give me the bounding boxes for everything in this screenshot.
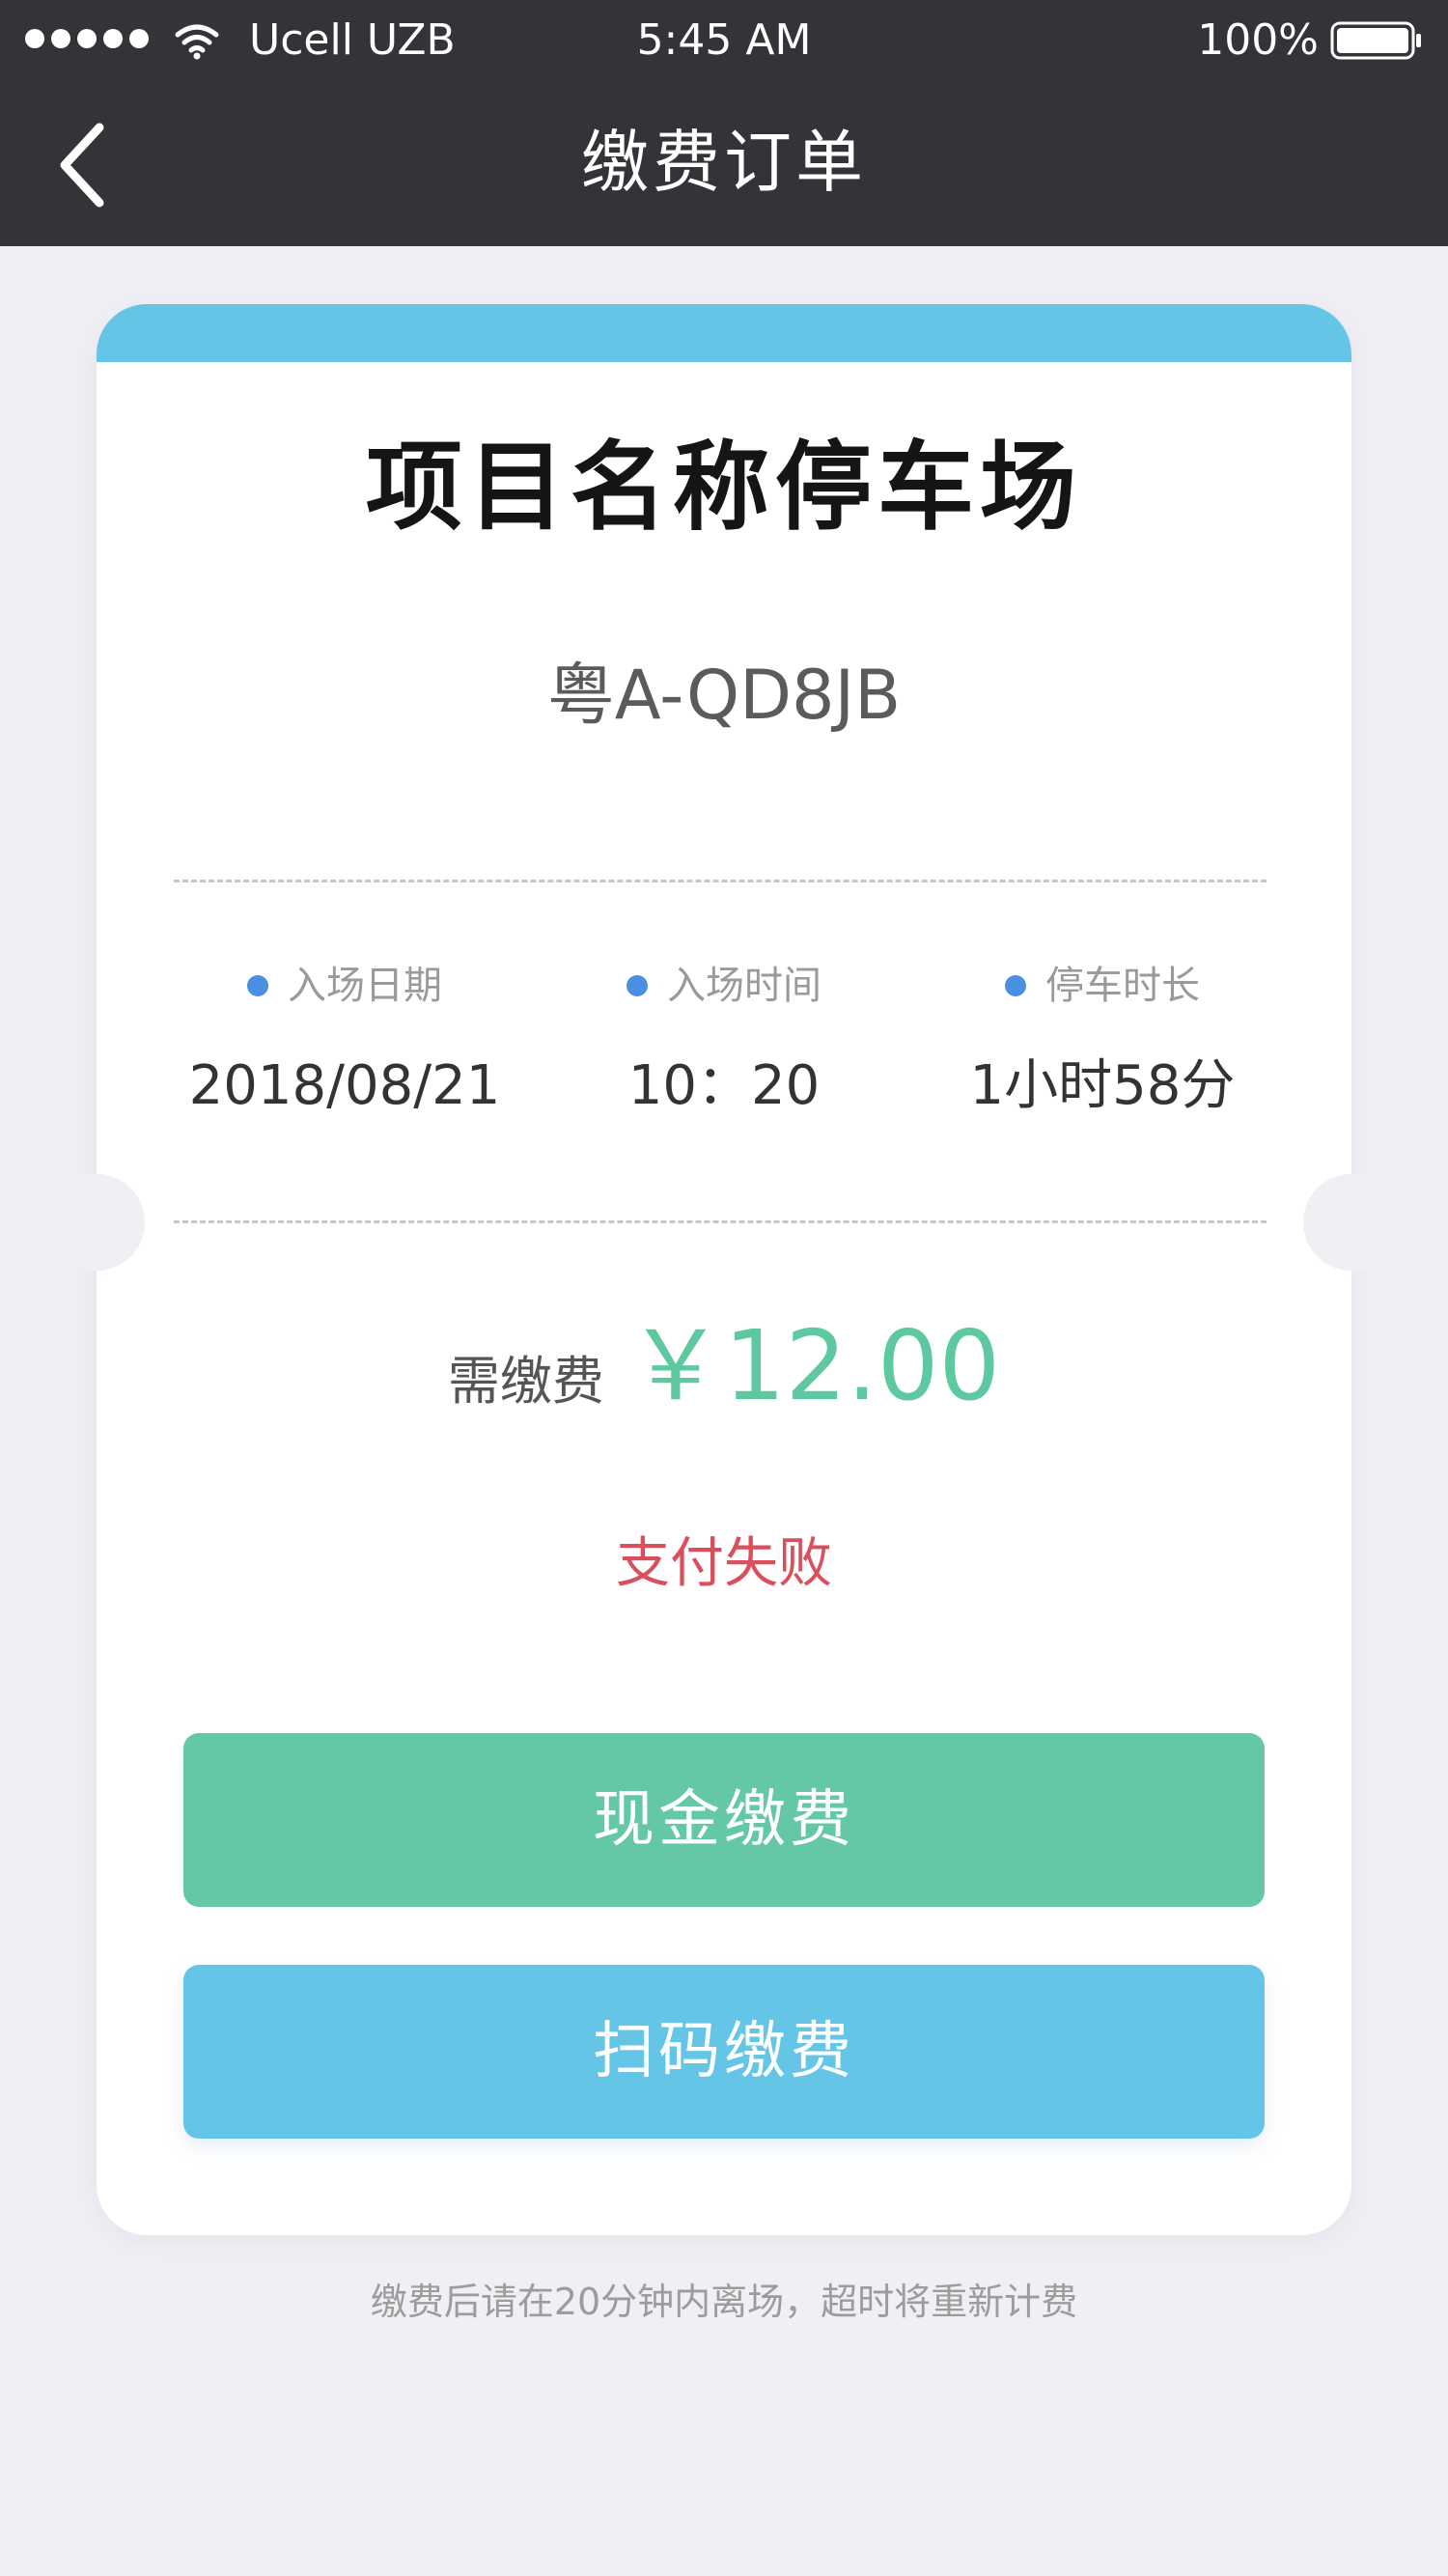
payment-status-message: 支付失败 — [616, 1532, 832, 1595]
parking-duration-label: 停车时长 — [1045, 964, 1200, 1008]
parking-duration-value: 1小时58分 — [969, 1054, 1236, 1117]
fee-amount: ￥12.00 — [627, 1309, 1001, 1422]
fee-label: 需缴费 — [447, 1351, 604, 1412]
status-bar: Ucell UZB 5:45 AM 100% — [0, 0, 1448, 83]
payment-ticket-card — [97, 304, 1351, 2235]
app-header: Ucell UZB 5:45 AM 100% 缴费订单 — [0, 0, 1448, 246]
entry-time-value: 10：20 — [627, 1054, 821, 1117]
scan-payment-button[interactable]: 扫码缴费 — [183, 1965, 1265, 2139]
bullet-dot-icon — [247, 975, 268, 996]
fee-summary: 需缴费 ￥12.00 — [0, 1303, 1448, 1429]
entry-time-label: 入场时间 — [667, 964, 821, 1008]
bullet-dot-icon — [1005, 975, 1026, 996]
page-title: 缴费订单 — [581, 123, 867, 202]
ticket-notch-left — [48, 1174, 145, 1271]
exit-time-notice: 缴费后请在20分钟内离场，超时将重新计费 — [370, 2281, 1078, 2323]
battery-percent: 100% — [1197, 15, 1319, 65]
entry-time-info: 入场时间 10：20 — [531, 961, 917, 1121]
license-plate: 粤A-QD8JB — [546, 656, 902, 735]
battery-full-icon — [1330, 21, 1421, 60]
divider-dashed-top — [174, 880, 1267, 882]
entry-date-info: 入场日期 2018/08/21 — [152, 961, 538, 1121]
entry-date-value: 2018/08/21 — [188, 1054, 501, 1117]
card-top-band — [97, 304, 1351, 362]
divider-dashed-bottom — [174, 1220, 1267, 1223]
nav-bar: 缴费订单 — [0, 83, 1448, 246]
cash-payment-button[interactable]: 现金缴费 — [183, 1733, 1265, 1907]
entry-date-label: 入场日期 — [288, 964, 442, 1008]
parking-lot-name: 项目名称停车场 — [366, 431, 1082, 544]
bullet-dot-icon — [627, 975, 648, 996]
ticket-notch-right — [1303, 1174, 1400, 1271]
parking-duration-info: 停车时长 1小时58分 — [909, 961, 1295, 1121]
